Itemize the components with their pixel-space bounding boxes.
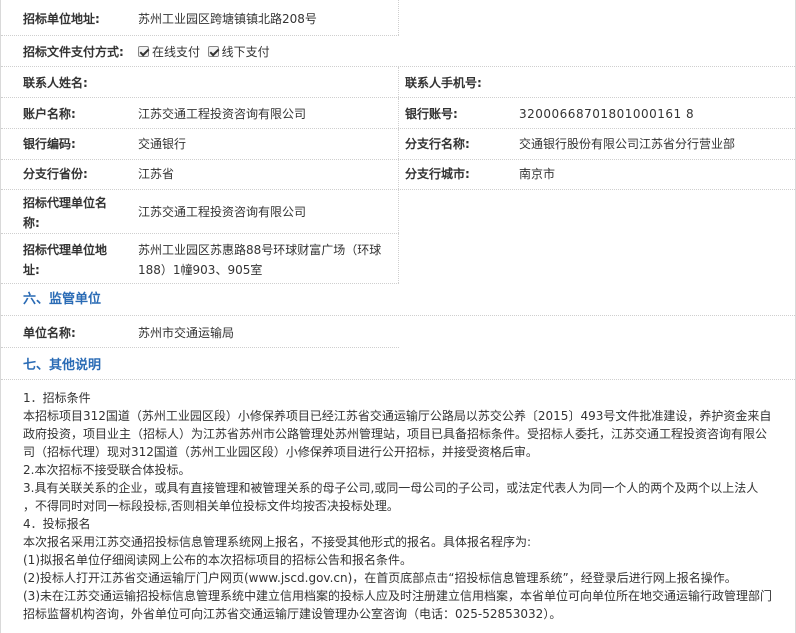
supervisor-unit-value: 苏州市交通运输局 — [138, 326, 235, 340]
bank-account-value: 32000668701801000161 8 — [519, 107, 695, 121]
column-divider — [398, 234, 399, 283]
column-divider — [398, 129, 399, 159]
section-6-title: 六、监管单位 — [23, 292, 102, 307]
section-7-title: 七、其他说明 — [23, 358, 102, 373]
payment-label: 招标文件支付方式: — [23, 45, 124, 59]
contact-row: 联系人姓名: 联系人手机号: — [1, 67, 796, 98]
offline-pay-label: 线下支付 — [221, 45, 270, 59]
column-divider — [398, 67, 399, 97]
address-label: 招标单位地址: — [23, 12, 100, 26]
notes-line: 招标监督机构咨询，外省单位可向江苏省交通运输厅建设管理办公室咨询（电话：025-… — [23, 607, 562, 621]
notes-line: 本招标项目312国道（苏州工业园区段）小修保养项目已经江苏省交通运输厅公路局以苏… — [23, 409, 772, 423]
other-notes-body: 1．招标条件 本招标项目312国道（苏州工业园区段）小修保养项目已经江苏省交通运… — [23, 389, 783, 623]
notes-line: 司（招标代理）现对312国道（苏州工业园区段）小修保养项目进行公开招标，并接受资… — [23, 445, 538, 459]
online-pay-checkbox[interactable] — [138, 46, 149, 57]
notes-line: (2)投标人打开江苏省交通运输厅门户网页(www.jscd.gov.cn)，在首… — [23, 571, 737, 585]
notes-line: (3)未在江苏交通运输招投标信息管理系统中建立信用档案的投标人应及时注册建立信用… — [23, 589, 773, 603]
bank-code-value: 交通银行 — [138, 137, 187, 151]
payment-row: 招标文件支付方式: 在线支付 线下支付 — [1, 36, 796, 67]
notes-line: ，不得同时对同一标段投标,否则相关单位投标文件均按否决投标处理。 — [23, 499, 399, 513]
column-divider — [398, 98, 399, 128]
tender-detail-page: 招标单位地址: 苏州工业园区跨塘镇镇北路208号 招标文件支付方式: 在线支付 … — [0, 0, 796, 633]
column-divider — [398, 190, 399, 233]
notes-line: 本次报名采用江苏交通招投标信息管理系统网上报名，不接受其他形式的报名。具体报名程… — [23, 535, 532, 549]
agent-address-row: 招标代理单位地 址: 苏州工业园区苏惠路88号环球财富广场（环球 188）1幢903… — [1, 234, 399, 284]
contact-name-label: 联系人姓名: — [23, 76, 88, 90]
agent-address-label: 招标代理单位地 址: — [23, 243, 108, 277]
branch-city-value: 南京市 — [519, 167, 556, 181]
notes-line: (1)拟报名单位仔细阅读网上公布的本次招标项目的招标公告和报名条件。 — [23, 553, 413, 567]
branch-province-value: 江苏省 — [138, 167, 175, 181]
agent-name-row: 招标代理单位名 称: 江苏交通工程投资咨询有限公司 — [1, 190, 399, 234]
bank-code-label: 银行编码: — [23, 137, 76, 151]
notes-line: 4．投标报名 — [23, 517, 91, 531]
branch-city-label: 分支行城市: — [405, 167, 470, 181]
bank-account-label: 银行账号: — [405, 107, 458, 121]
column-divider — [398, 0, 399, 35]
column-divider — [398, 160, 399, 189]
branch-location-row: 分支行省份: 江苏省 分支行城市: 南京市 — [1, 160, 796, 190]
notes-line: 2.本次招标不接受联合体投标。 — [23, 463, 191, 477]
agent-name-label: 招标代理单位名 称: — [23, 196, 108, 230]
offline-pay-checkbox[interactable] — [207, 46, 219, 57]
branch-name-value: 交通银行股份有限公司江苏省分行营业部 — [519, 137, 736, 151]
account-row: 账户名称: 江苏交通工程投资咨询有限公司 银行账号: 3200066870180… — [1, 98, 796, 129]
agent-name-value: 江苏交通工程投资咨询有限公司 — [138, 205, 307, 219]
section-6-header: 六、监管单位 — [1, 284, 796, 316]
supervisor-row: 单位名称: 苏州市交通运输局 — [1, 316, 399, 348]
address-value: 苏州工业园区跨塘镇镇北路208号 — [138, 12, 317, 26]
account-name-label: 账户名称: — [23, 107, 76, 121]
notes-line: 政府投资，项目业主（招标人）为江苏省苏州市公路管理处苏州管理站，项目已具备招标条… — [23, 427, 768, 441]
branch-province-label: 分支行省份: — [23, 167, 88, 181]
online-pay-label: 在线支付 — [152, 45, 201, 59]
branch-name-label: 分支行名称: — [405, 137, 470, 151]
section-7-header: 七、其他说明 — [1, 348, 796, 380]
payment-options: 在线支付 线下支付 — [138, 42, 270, 62]
account-name-value: 江苏交通工程投资咨询有限公司 — [138, 107, 307, 121]
supervisor-unit-label: 单位名称: — [23, 326, 76, 340]
agent-address-value: 苏州工业园区苏惠路88号环球财富广场（环球 188）1幢903、905室 — [138, 243, 382, 277]
address-row: 招标单位地址: 苏州工业园区跨塘镇镇北路208号 — [1, 0, 399, 36]
bank-code-row: 银行编码: 交通银行 分支行名称: 交通银行股份有限公司江苏省分行营业部 — [1, 129, 796, 160]
notes-line: 1．招标条件 — [23, 391, 91, 405]
notes-line: 3.具有关联关系的企业，或具有直接管理和被管理关系的母子公司,或同一母公司的子公… — [23, 481, 759, 495]
contact-phone-label: 联系人手机号: — [405, 76, 482, 90]
